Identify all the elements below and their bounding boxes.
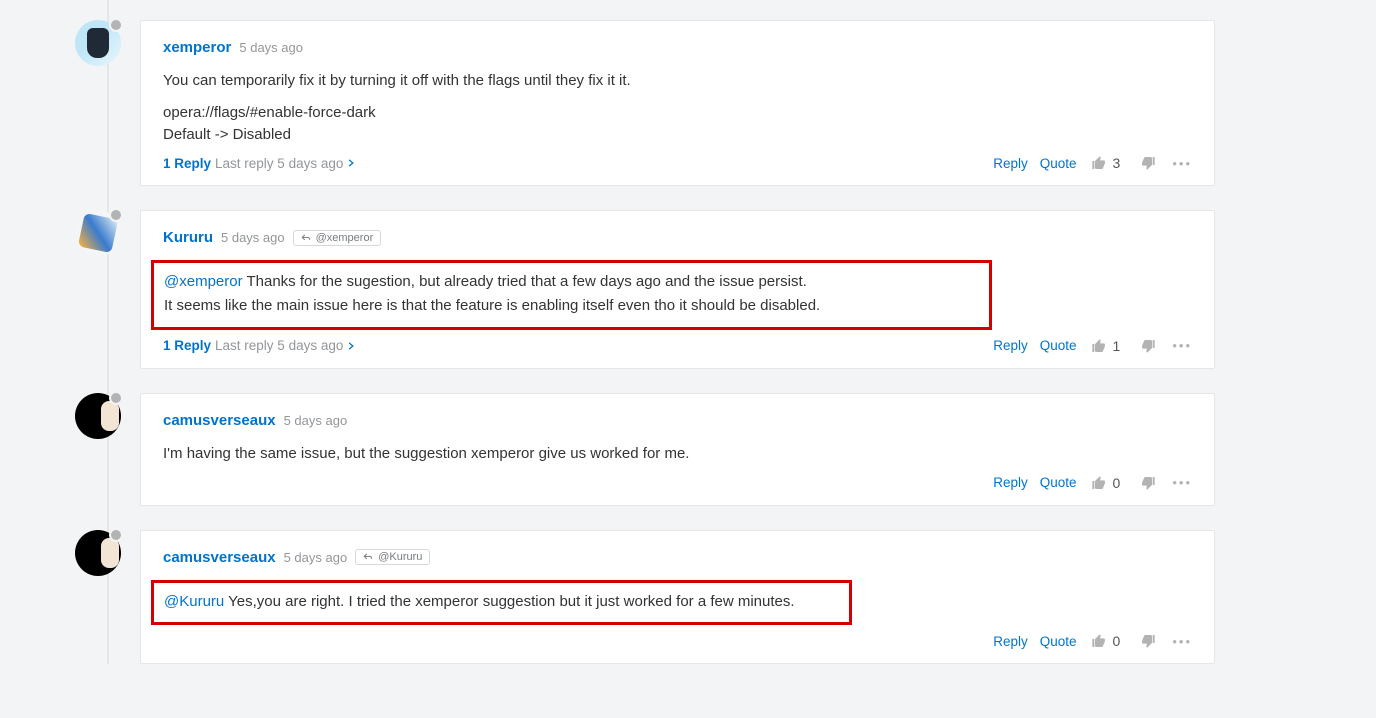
thumbs-up-icon [1091,633,1107,649]
upvote-button[interactable] [1091,155,1107,171]
post-body: You can temporarily fix it by turning it… [163,70,1192,145]
quote-button[interactable]: Quote [1040,634,1077,649]
reply-button[interactable]: Reply [993,475,1028,490]
reply-count[interactable]: 1 Reply [163,338,211,353]
post-header: camusverseaux 5 days ago [163,412,1192,429]
reply-to-badge[interactable]: @xemperor [293,230,382,246]
thumbs-up-icon [1091,475,1107,491]
post-card: Kururu 5 days ago @xemperor @xemperor Th… [140,210,1215,369]
thumbs-down-icon [1140,633,1156,649]
more-menu[interactable]: ••• [1172,634,1192,649]
reply-button[interactable]: Reply [993,634,1028,649]
body-line: opera://flags/#enable-force-dark Default… [163,102,1192,146]
downvote-button[interactable] [1140,475,1156,491]
last-reply-link[interactable]: Last reply 5 days ago [215,338,356,353]
post: xemperor 5 days ago You can temporarily … [75,20,1376,186]
chevron-right-icon [346,158,356,168]
quote-button[interactable]: Quote [1040,156,1077,171]
thumbs-down-icon [1140,475,1156,491]
post-body: I'm having the same issue, but the sugge… [163,443,1192,465]
post-card: xemperor 5 days ago You can temporarily … [140,20,1215,186]
status-indicator [109,528,123,542]
body-line: @xemperor Thanks for the sugestion, but … [164,271,979,293]
post: Kururu 5 days ago @xemperor @xemperor Th… [75,210,1376,369]
thumbs-down-icon [1140,155,1156,171]
quote-button[interactable]: Quote [1040,338,1077,353]
post-header: Kururu 5 days ago @xemperor [163,229,1192,246]
avatar[interactable] [75,210,121,256]
post-footer: Reply Quote 0 ••• [163,633,1192,649]
highlighted-body: @Kururu Yes,you are right. I tried the x… [151,580,852,626]
post-card: camusverseaux 5 days ago @Kururu @Kururu… [140,530,1215,665]
reply-button[interactable]: Reply [993,338,1028,353]
status-indicator [109,208,123,222]
username-link[interactable]: xemperor [163,39,231,56]
last-reply-link[interactable]: Last reply 5 days ago [215,156,356,171]
status-indicator [109,18,123,32]
more-menu[interactable]: ••• [1172,338,1192,353]
upvote-button[interactable] [1091,338,1107,354]
mention-link[interactable]: @xemperor [164,273,243,290]
body-line: @Kururu Yes,you are right. I tried the x… [164,591,839,613]
reply-to-user: @Kururu [378,551,422,563]
body-text: Thanks for the sugestion, but already tr… [243,273,807,290]
last-reply-text: Last reply 5 days ago [215,156,343,171]
downvote-button[interactable] [1140,338,1156,354]
post-footer: Reply Quote 0 ••• [163,475,1192,491]
reply-arrow-icon [363,552,373,562]
username-link[interactable]: camusverseaux [163,412,276,429]
reply-to-user: @xemperor [316,232,374,244]
reply-arrow-icon [301,233,311,243]
avatar[interactable] [75,20,121,66]
reply-button[interactable]: Reply [993,156,1028,171]
body-line: You can temporarily fix it by turning it… [163,70,1192,92]
username-link[interactable]: camusverseaux [163,549,276,566]
mention-link[interactable]: @Kururu [164,593,224,610]
avatar[interactable] [75,393,121,439]
upvote-count: 0 [1113,633,1121,649]
post: camusverseaux 5 days ago I'm having the … [75,393,1376,506]
post-card: camusverseaux 5 days ago I'm having the … [140,393,1215,506]
upvote-count: 1 [1113,338,1121,354]
username-link[interactable]: Kururu [163,229,213,246]
thumbs-down-icon [1140,338,1156,354]
body-line: It seems like the main issue here is tha… [164,295,979,317]
post-timestamp: 5 days ago [284,550,348,565]
body-text: Yes,you are right. I tried the xemperor … [224,593,794,610]
post-footer: 1 Reply Last reply 5 days ago Reply Quot… [163,155,1192,171]
upvote-button[interactable] [1091,633,1107,649]
downvote-button[interactable] [1140,633,1156,649]
post-timestamp: 5 days ago [239,40,303,55]
last-reply-text: Last reply 5 days ago [215,338,343,353]
more-menu[interactable]: ••• [1172,475,1192,490]
status-indicator [109,391,123,405]
thumbs-up-icon [1091,338,1107,354]
post-header: xemperor 5 days ago [163,39,1192,56]
highlighted-body: @xemperor Thanks for the sugestion, but … [151,260,992,330]
reply-count[interactable]: 1 Reply [163,156,211,171]
post: camusverseaux 5 days ago @Kururu @Kururu… [75,530,1376,665]
chevron-right-icon [346,341,356,351]
upvote-button[interactable] [1091,475,1107,491]
upvote-count: 3 [1113,155,1121,171]
body-line: I'm having the same issue, but the sugge… [163,443,1192,465]
downvote-button[interactable] [1140,155,1156,171]
quote-button[interactable]: Quote [1040,475,1077,490]
forum-thread: xemperor 5 days ago You can temporarily … [0,0,1376,664]
post-timestamp: 5 days ago [284,413,348,428]
reply-to-badge[interactable]: @Kururu [355,549,430,565]
avatar[interactable] [75,530,121,576]
more-menu[interactable]: ••• [1172,156,1192,171]
thumbs-up-icon [1091,155,1107,171]
post-footer: 1 Reply Last reply 5 days ago Reply Quot… [163,338,1192,354]
post-timestamp: 5 days ago [221,230,285,245]
post-header: camusverseaux 5 days ago @Kururu [163,549,1192,566]
upvote-count: 0 [1113,475,1121,491]
